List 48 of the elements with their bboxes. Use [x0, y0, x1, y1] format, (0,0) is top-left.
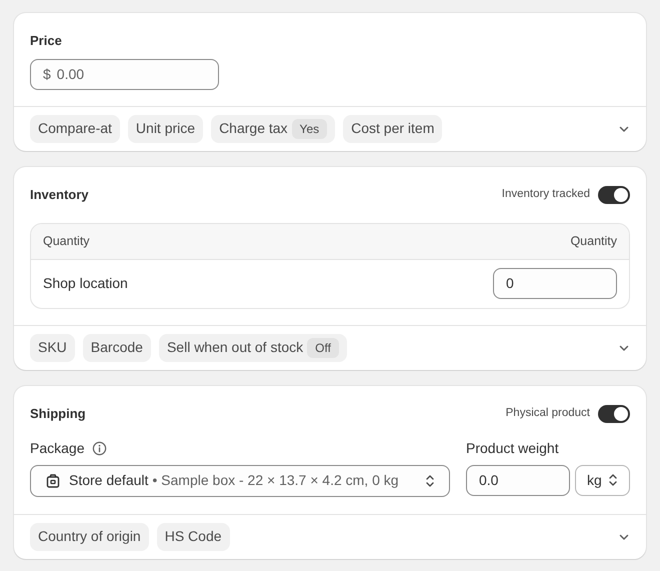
option-chip[interactable]: Cost per item: [343, 114, 442, 142]
option-chip[interactable]: Compare-at: [30, 114, 120, 142]
price-field[interactable]: $ 0.00: [30, 58, 219, 90]
weight-field[interactable]: 0.0: [466, 464, 570, 496]
option-chip[interactable]: Sell when out of stock Off: [158, 334, 347, 362]
status-badge: Yes: [292, 118, 328, 138]
quantity-value: 0: [506, 274, 514, 293]
chip-label: Sell when out of stock: [166, 338, 304, 357]
quantity-field[interactable]: 0: [493, 268, 617, 299]
option-chip[interactable]: Barcode: [82, 334, 151, 362]
chip-label: Cost per item: [351, 119, 434, 138]
status-badge: Off: [307, 338, 339, 358]
field-label: Product weight: [466, 438, 560, 458]
chip-label: Barcode: [90, 338, 143, 357]
column-header: Quantity: [43, 232, 90, 250]
chip-label: Charge tax: [219, 119, 288, 138]
select-arrows-icon: [425, 474, 435, 488]
section-title: Price: [30, 32, 63, 50]
option-chip[interactable]: Country of origin: [30, 522, 149, 550]
chip-label: Country of origin: [38, 527, 141, 546]
toggle-switch[interactable]: [598, 186, 630, 204]
column-header: Quantity: [570, 232, 617, 250]
package-select[interactable]: Store default • Sample box - 22 × 13.7 × 4.2 cm, 0 kg: [30, 464, 450, 496]
chip-label: HS Code: [164, 527, 222, 546]
option-chip[interactable]: HS Code: [156, 522, 230, 550]
field-label: Package: [30, 438, 84, 458]
option-chip[interactable]: SKU: [30, 334, 75, 362]
location-name: Shop location: [43, 274, 128, 293]
select-arrows-icon: [608, 473, 618, 487]
package-detail: • Sample box - 22 × 13.7 × 4.2 cm, 0 kg: [152, 471, 399, 490]
info-icon[interactable]: [92, 440, 108, 456]
unit-select[interactable]: kg: [575, 464, 630, 496]
chip-label: Compare-at: [38, 119, 112, 138]
option-chip[interactable]: Unit price: [128, 114, 204, 142]
chip-label: Unit price: [136, 119, 196, 138]
toggle-label: Inventory tracked: [502, 186, 590, 202]
weight-value: 0.0: [479, 470, 498, 490]
chip-label: SKU: [38, 338, 67, 357]
price-value: 0.00: [56, 64, 84, 84]
package-icon: [45, 472, 61, 488]
option-chip[interactable]: Charge tax Yes: [211, 114, 336, 142]
package-name: Store default: [69, 471, 148, 490]
section-title: Inventory: [30, 186, 89, 204]
currency-symbol: $: [43, 64, 51, 84]
toggle-switch[interactable]: [598, 404, 630, 422]
section-title: Shipping: [30, 404, 86, 423]
unit-value: kg: [587, 470, 602, 490]
toggle-label: Physical product: [506, 406, 590, 421]
